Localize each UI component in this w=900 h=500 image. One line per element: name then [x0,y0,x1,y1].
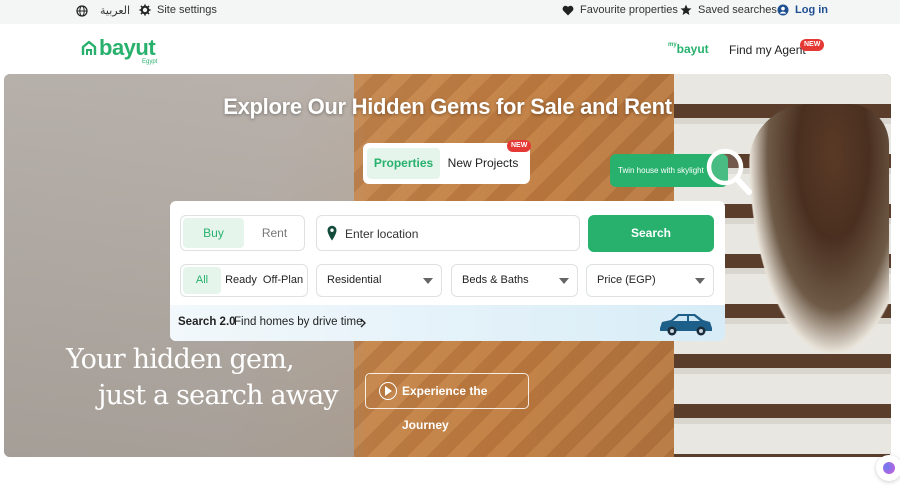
hero-person-image [749,104,889,354]
beds-baths-value: Beds & Baths [462,274,529,286]
search-2-banner[interactable]: Search 2.0 Find homes by drive time [170,305,725,341]
new-projects-badge: NEW [507,140,532,152]
tab-new-projects[interactable]: New Projects [443,148,523,179]
mybayut-link[interactable]: mybayut [668,42,709,56]
property-type-dropdown[interactable]: Residential [316,264,442,297]
search-card: Buy Rent Search All Ready Off-Plan Resid… [170,201,725,341]
site-header: bayut Egypt mybayut Find my Agent NEW [0,24,900,74]
tagline-line-1: Your hidden gem, [66,344,295,375]
caret-down-icon [423,278,433,284]
saved-searches-link[interactable]: Saved searches [680,4,777,16]
tab-properties[interactable]: Properties [367,148,440,179]
completion-ready[interactable]: Ready [225,267,257,294]
caret-down-icon [559,278,569,284]
search-button[interactable]: Search [588,215,714,252]
category-tabs: Properties New Projects [363,143,530,184]
assistant-bubble-icon[interactable] [876,455,900,481]
car-icon [660,314,712,336]
price-value: Price (EGP) [597,274,656,286]
chevron-right-icon [360,318,366,328]
mybayut-prefix: my [668,42,677,48]
globe-icon [76,4,88,17]
hero-title: Explore Our Hidden Gems for Sale and Ren… [223,94,672,119]
login-link[interactable]: Log in [777,4,828,16]
bayut-logo[interactable]: bayut Egypt [80,35,157,65]
top-bar: العربية Site settings Favourite properti… [0,0,900,24]
site-settings-label: Site settings [157,4,217,16]
home-logo-icon [81,40,97,55]
search-2-text: Find homes by drive time [234,316,363,328]
tagline-line-2: just a search away [98,380,339,411]
language-label: العربية [100,5,131,17]
beds-baths-dropdown[interactable]: Beds & Baths [451,264,578,297]
logo-text: bayut [99,35,156,60]
caret-down-icon [695,278,705,284]
purpose-toggle: Buy Rent [180,215,305,251]
property-type-value: Residential [327,274,382,286]
logo-country: Egypt [142,59,158,65]
location-field [316,215,580,251]
heart-icon [562,5,574,15]
magnifier-icon [706,148,752,195]
search-2-title: Search 2.0 [178,316,236,328]
language-switch[interactable]: العربية [76,4,130,17]
site-settings-link[interactable]: Site settings [139,4,217,16]
hero-banner: Explore Our Hidden Gems for Sale and Ren… [4,74,891,457]
star-icon [680,4,692,15]
completion-off-plan[interactable]: Off-Plan [261,267,305,294]
hero-tagline: Your hidden gem, just a search away [66,342,339,414]
saved-searches-label: Saved searches [698,4,777,16]
completion-all[interactable]: All [183,267,221,294]
experience-journey-button[interactable]: Experience the Journey [365,373,529,432]
user-icon [777,4,789,16]
favourites-link[interactable]: Favourite properties [562,4,678,16]
price-dropdown[interactable]: Price (EGP) [586,264,714,297]
play-icon [379,382,397,400]
buy-option[interactable]: Buy [183,218,244,248]
completion-toggle: All Ready Off-Plan [180,264,308,297]
login-label: Log in [795,4,828,16]
find-agent-new-badge: NEW [800,39,825,51]
location-pin-icon [327,225,337,241]
favourites-label: Favourite properties [580,4,678,16]
find-my-agent-link[interactable]: Find my Agent [729,43,806,57]
rent-option[interactable]: Rent [247,218,302,248]
gear-icon [139,4,151,16]
mybayut-text: bayut [676,42,709,56]
location-input[interactable] [345,224,565,244]
